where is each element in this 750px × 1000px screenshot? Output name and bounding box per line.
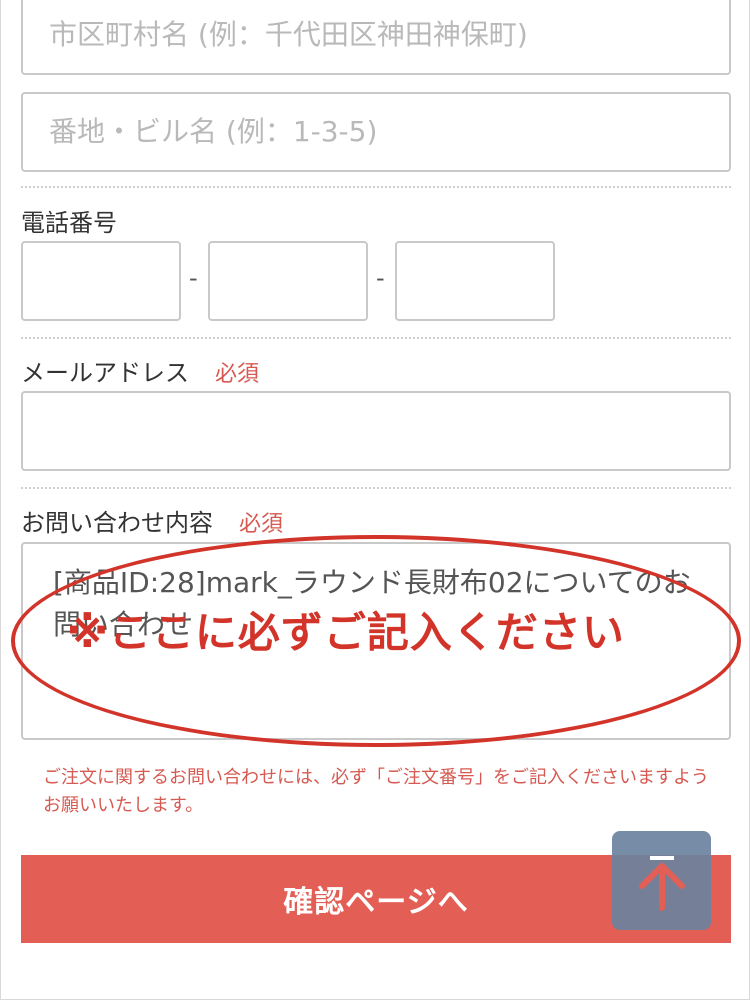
city-placeholder: 市区町村名 (例：千代田区神田神保町) — [49, 18, 528, 51]
email-label: メールアドレス 必須 — [21, 361, 259, 386]
divider — [21, 487, 731, 489]
divider — [21, 186, 731, 188]
phone-part-3-input[interactable] — [395, 241, 555, 321]
inquiry-textarea-value: [商品ID:28]mark_ラウンド長財布02についてのお問い合わせ — [53, 566, 691, 641]
inquiry-required-badge: 必須 — [239, 512, 284, 537]
inquiry-label: お問い合わせ内容 必須 — [21, 511, 283, 536]
order-number-note: ご注文に関するお問い合わせには、必ず「ご注文番号」をご記入くださいますようお願い… — [43, 767, 709, 816]
street-input[interactable]: 番地・ビル名 (例：1-3-5) — [21, 92, 731, 172]
back-to-top-button[interactable] — [612, 831, 711, 930]
divider — [21, 337, 731, 339]
confirm-page-button-label: 確認ページへ — [283, 886, 469, 919]
inquiry-textarea[interactable]: [商品ID:28]mark_ラウンド長財布02についてのお問い合わせ — [21, 542, 731, 740]
email-input[interactable] — [21, 391, 731, 471]
phone-separator-2: - — [376, 264, 385, 292]
phone-label: 電話番号 — [21, 211, 117, 235]
arrow-up-icon — [638, 855, 685, 911]
city-input[interactable]: 市区町村名 (例：千代田区神田神保町) — [21, 0, 731, 75]
phone-separator-1: - — [189, 264, 198, 292]
phone-label-text: 電話番号 — [21, 209, 117, 237]
phone-part-2-input[interactable] — [208, 241, 368, 321]
contact-form-page: 市区町村名 (例：千代田区神田神保町) 番地・ビル名 (例：1-3-5) 電話番… — [0, 0, 750, 1000]
phone-part-1-input[interactable] — [21, 241, 181, 321]
inquiry-label-text: お問い合わせ内容 — [21, 509, 213, 537]
email-required-badge: 必須 — [215, 362, 260, 387]
email-label-text: メールアドレス — [21, 359, 189, 387]
street-placeholder: 番地・ビル名 (例：1-3-5) — [49, 115, 378, 148]
